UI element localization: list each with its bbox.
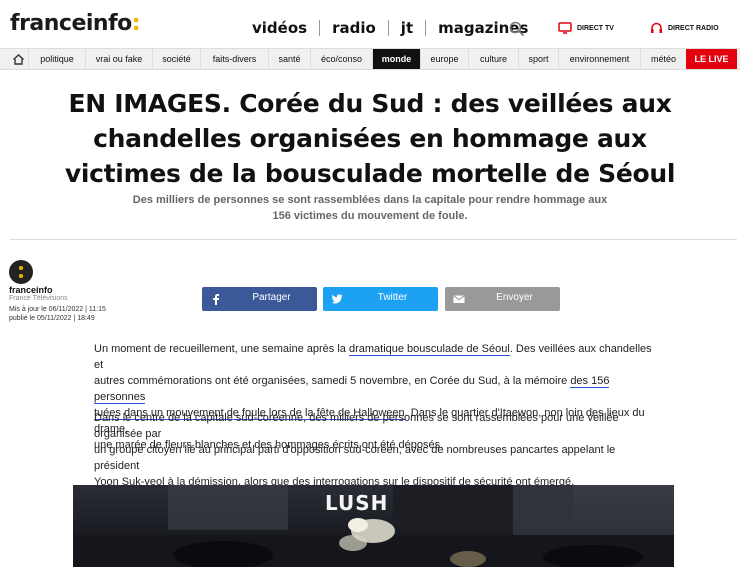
direct-radio-label: DIRECT RADIO <box>668 24 719 32</box>
headphones-icon <box>651 22 662 33</box>
category-culture[interactable]: culture <box>468 49 518 69</box>
share-email-label: Envoyer <box>496 292 533 303</box>
logo-dot <box>19 274 23 278</box>
paragraph-line: un groupe citoyen lié au principal parti… <box>94 444 616 472</box>
subtitle-line: Des milliers de personnes se sont rassem… <box>132 194 608 206</box>
logo-text: franceinfo <box>10 11 132 36</box>
share-twitter-button[interactable]: Twitter <box>323 287 438 311</box>
nav-radio[interactable]: radio <box>320 19 388 37</box>
updated-date: Mis à jour le 06/11/2022 | 11:15 <box>9 306 106 313</box>
article-paragraph: Dans le centre de la capitale sud-coréen… <box>94 410 660 490</box>
share-email-button[interactable]: Envoyer <box>445 287 560 311</box>
share-facebook-button[interactable]: Partager <box>202 287 317 311</box>
facebook-icon <box>213 294 220 305</box>
logo-colon: : <box>131 11 141 36</box>
category-sante[interactable]: santé <box>268 49 310 69</box>
nav-videos[interactable]: vidéos <box>240 19 319 37</box>
category-societe[interactable]: société <box>152 49 200 69</box>
category-vrai-ou-fake[interactable]: vrai ou fake <box>85 49 152 69</box>
title-line: EN IMAGES. Corée du Sud : des veillées a… <box>68 89 672 118</box>
category-europe[interactable]: europe <box>420 49 468 69</box>
text-span: autres commémorations ont été organisées… <box>94 375 571 387</box>
divider <box>10 239 737 240</box>
category-bar: politique vrai ou fake société faits-div… <box>0 48 740 70</box>
category-environnement[interactable]: environnement <box>558 49 640 69</box>
site-header: franceinfo: vidéos radio jt magazines DI… <box>0 0 740 48</box>
direct-tv-link[interactable]: DIRECT TV <box>558 22 614 34</box>
share-facebook-label: Partager <box>252 292 291 303</box>
twitter-icon <box>331 294 343 304</box>
envelope-icon <box>453 295 465 303</box>
franceinfo-logo[interactable]: franceinfo: <box>10 11 141 36</box>
category-faits-divers[interactable]: faits-divers <box>200 49 268 69</box>
article-title: EN IMAGES. Corée du Sud : des veillées a… <box>40 86 700 191</box>
nav-jt[interactable]: jt <box>389 19 425 37</box>
share-twitter-label: Twitter <box>377 292 408 303</box>
paragraph-line: autres commémorations ont été organisées… <box>94 373 660 405</box>
main-nav: vidéos radio jt magazines <box>240 19 540 37</box>
title-line: victimes de la bousculade mortelle de Sé… <box>64 159 676 188</box>
article-subtitle: Des milliers de personnes se sont rassem… <box>130 192 610 224</box>
article-photo: LUSH <box>73 485 674 567</box>
text-span: Un moment de recueillement, une semaine … <box>94 343 349 355</box>
direct-radio-link[interactable]: DIRECT RADIO <box>650 22 719 34</box>
paragraph-line: Un moment de recueillement, une semaine … <box>94 341 660 373</box>
photo-sign-text: LUSH <box>325 491 389 515</box>
author-name[interactable]: franceinfo <box>9 285 53 295</box>
subtitle-line: 156 victimes du mouvement de foule. <box>272 210 468 222</box>
link-bousculade[interactable]: dramatique bousculade de Séoul <box>348 343 510 356</box>
logo-dot <box>19 266 23 270</box>
live-button[interactable]: LE LIVE <box>686 49 737 69</box>
paragraph-line: Dans le centre de la capitale sud-coréen… <box>94 412 619 440</box>
category-politique[interactable]: politique <box>28 49 85 69</box>
tv-icon <box>558 22 572 34</box>
direct-tv-label: DIRECT TV <box>577 24 614 32</box>
author-avatar <box>9 260 33 284</box>
category-eco-conso[interactable]: éco/conso <box>310 49 372 69</box>
published-date: publié le 05/11/2022 | 18:49 <box>9 315 95 322</box>
search-icon[interactable] <box>508 20 526 38</box>
title-line: chandelles organisées en hommage aux <box>93 124 647 153</box>
category-monde[interactable]: monde <box>372 49 420 69</box>
category-sport[interactable]: sport <box>518 49 558 69</box>
category-meteo[interactable]: météo <box>640 49 686 69</box>
home-icon[interactable] <box>12 53 25 66</box>
author-source: France Télévisions <box>9 295 68 302</box>
